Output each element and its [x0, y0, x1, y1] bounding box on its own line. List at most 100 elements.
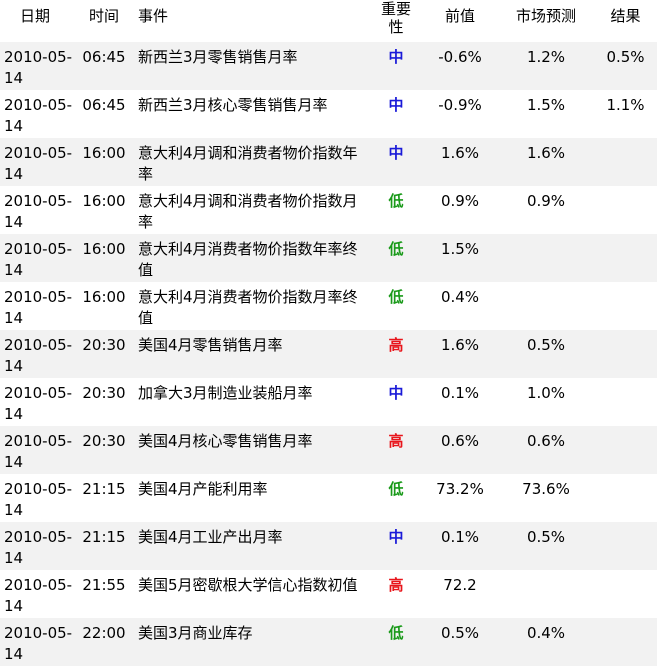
importance-cell: 低: [370, 618, 422, 666]
table-row: 2010-05-14 16:00 意大利4月消费者物价指数月率终值 低 0.4%: [0, 282, 657, 330]
event-cell: 意大利4月消费者物价指数月率终值: [138, 288, 358, 327]
date-cell: 2010-05-14: [4, 480, 73, 519]
actual-cell: [594, 138, 657, 186]
forecast-cell: 1.0%: [526, 384, 566, 402]
header-actual: 结果: [594, 0, 657, 42]
time-cell: 21:15: [78, 522, 130, 570]
importance-cell: 中: [388, 96, 404, 114]
time-cell: 20:30: [78, 330, 130, 378]
previous-cell: -0.6%: [422, 42, 498, 90]
actual-cell: [594, 282, 657, 330]
table-row: 2010-05-14 16:00 意大利4月调和消费者物价指数年率中 1.6% 1.6%: [0, 138, 657, 186]
importance-cell: 低: [388, 288, 404, 306]
forecast-cell: 0.6%: [498, 426, 594, 474]
time-cell: 21:15: [82, 480, 126, 498]
importance-cell: 中: [388, 384, 404, 402]
previous-cell: 1.6%: [422, 138, 498, 186]
table-row: 2010-05-14 21:15 美国4月工业产出月率中 0.1% 0.5%: [0, 522, 657, 570]
forecast-cell: 1.2%: [498, 42, 594, 90]
date-cell: 2010-05-14: [4, 384, 73, 423]
importance-cell: 高: [370, 330, 422, 378]
previous-cell: 1.5%: [422, 234, 498, 282]
event-cell: 美国4月核心零售销售月率: [130, 426, 370, 474]
table-row: 2010-05-14 22:00 美国3月商业库存低 0.5% 0.4%: [0, 618, 657, 666]
date-cell: 2010-05-14: [0, 426, 78, 474]
forecast-cell: 0.5%: [498, 522, 594, 570]
time-cell: 16:00: [82, 192, 126, 210]
time-cell: 06:45: [78, 42, 130, 90]
importance-cell: 低: [388, 480, 404, 498]
table-row: 2010-05-14 06:45 新西兰3月核心零售销售月率 中 -0.9% 1.5% 1.…: [0, 90, 657, 138]
previous-cell: -0.9%: [438, 96, 482, 114]
previous-cell: 1.6%: [422, 330, 498, 378]
importance-cell: 高: [388, 576, 404, 594]
previous-cell: 0.4%: [440, 288, 480, 306]
actual-cell: [594, 522, 657, 570]
header-previous: 前值: [422, 0, 498, 42]
economic-calendar-table: 日期 时间 事件 重要性 前值 市场预测 结果 2010-05-14 06:45 新…: [0, 0, 657, 666]
time-cell: 22:00: [78, 618, 130, 666]
table-row: 2010-05-14 16:00 意大利4月消费者物价指数年率终值低 1.5%: [0, 234, 657, 282]
time-cell: 16:00: [78, 138, 130, 186]
event-cell: 新西兰3月零售销售月率: [130, 42, 370, 90]
forecast-cell: [498, 282, 594, 330]
event-cell: 美国5月密歇根大学信心指数初值: [138, 576, 358, 594]
header-event: 事件: [130, 0, 370, 42]
event-cell: 新西兰3月核心零售销售月率: [138, 96, 328, 114]
actual-cell: 1.1%: [606, 96, 645, 114]
forecast-cell: 73.6%: [522, 480, 570, 498]
importance-cell: 低: [388, 192, 404, 210]
forecast-cell: 1.6%: [498, 138, 594, 186]
table-row: 2010-05-14 21:15 美国4月产能利用率 低 73.2% 73.6%: [0, 474, 657, 522]
forecast-cell: [498, 570, 594, 618]
event-cell: 美国4月工业产出月率: [130, 522, 370, 570]
event-cell: 意大利4月消费者物价指数年率终值: [130, 234, 370, 282]
header-date: 日期: [0, 0, 78, 42]
previous-cell: 0.1%: [440, 384, 480, 402]
previous-cell: 0.5%: [422, 618, 498, 666]
time-cell: 16:00: [82, 288, 126, 306]
date-cell: 2010-05-14: [0, 522, 78, 570]
previous-cell: 0.6%: [422, 426, 498, 474]
actual-cell: [594, 186, 657, 234]
actual-cell: [594, 570, 657, 618]
time-cell: 21:55: [82, 576, 126, 594]
previous-cell: 0.1%: [422, 522, 498, 570]
date-cell: 2010-05-14: [0, 330, 78, 378]
forecast-cell: [498, 234, 594, 282]
table-row: 2010-05-14 20:30 美国4月零售销售月率高 1.6% 0.5%: [0, 330, 657, 378]
date-cell: 2010-05-14: [4, 96, 73, 135]
table-row: 2010-05-14 20:30 美国4月核心零售销售月率高 0.6% 0.6%: [0, 426, 657, 474]
forecast-cell: 0.4%: [498, 618, 594, 666]
previous-cell: 73.2%: [436, 480, 484, 498]
actual-cell: [594, 474, 657, 522]
time-cell: 06:45: [82, 96, 126, 114]
importance-cell: 低: [370, 234, 422, 282]
date-cell: 2010-05-14: [4, 576, 73, 615]
actual-cell: [594, 330, 657, 378]
time-cell: 20:30: [78, 426, 130, 474]
event-cell: 美国3月商业库存: [130, 618, 370, 666]
header-forecast: 市场预测: [498, 0, 594, 42]
forecast-cell: 1.5%: [526, 96, 566, 114]
table-header-row: 日期 时间 事件 重要性 前值 市场预测 结果: [0, 0, 657, 42]
header-time: 时间: [78, 0, 130, 42]
date-cell: 2010-05-14: [4, 288, 73, 327]
header-importance: 重要性: [370, 0, 422, 42]
date-cell: 2010-05-14: [0, 42, 78, 90]
table-body: 2010-05-14 06:45 新西兰3月零售销售月率中 -0.6% 1.2% 0.5%…: [0, 42, 657, 666]
event-cell: 加拿大3月制造业装船月率: [138, 384, 313, 402]
date-cell: 2010-05-14: [0, 138, 78, 186]
table-row: 2010-05-14 21:55 美国5月密歇根大学信心指数初值 高 72.2: [0, 570, 657, 618]
actual-cell: [594, 378, 657, 426]
actual-cell: 0.5%: [594, 42, 657, 90]
actual-cell: [594, 234, 657, 282]
event-cell: 美国4月产能利用率: [138, 480, 268, 498]
forecast-cell: 0.5%: [498, 330, 594, 378]
table-row: 2010-05-14 16:00 意大利4月调和消费者物价指数月率 低 0.9% 0.9%: [0, 186, 657, 234]
importance-cell: 中: [370, 138, 422, 186]
date-cell: 2010-05-14: [0, 618, 78, 666]
date-cell: 2010-05-14: [0, 234, 78, 282]
event-cell: 意大利4月调和消费者物价指数年率: [130, 138, 370, 186]
previous-cell: 72.2: [443, 576, 477, 594]
